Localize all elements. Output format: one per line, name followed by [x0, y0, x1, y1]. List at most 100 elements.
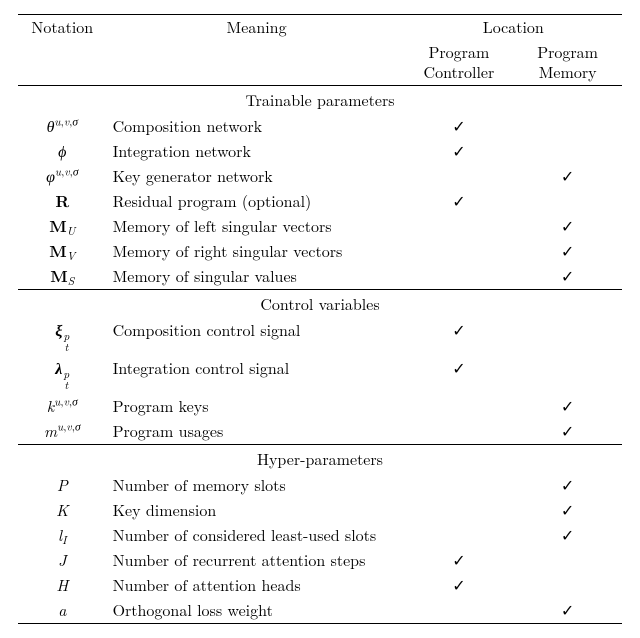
notation-cell: φu,v,σ	[18, 164, 107, 189]
col-header-memory: Program Memory	[513, 40, 622, 86]
controller-cell	[405, 214, 514, 239]
col-header-notation: Notation	[18, 15, 107, 86]
notation-cell: P	[18, 473, 107, 498]
meaning-cell: Number of attention heads	[107, 573, 405, 598]
table-row: lI Number of considered least-used slots…	[18, 523, 622, 548]
check-icon: ✓	[561, 164, 574, 187]
table-row: K Key dimension ✓	[18, 498, 622, 523]
controller-cell	[405, 239, 514, 264]
check-icon: ✓	[561, 598, 574, 621]
check-icon: ✓	[561, 419, 574, 442]
controller-cell	[405, 523, 514, 548]
meaning-cell: Integration network	[107, 139, 405, 164]
section-header-trainable: Trainable parameters	[18, 86, 622, 115]
check-icon: ✓	[561, 239, 574, 262]
table-row: MU Memory of left singular vectors ✓	[18, 214, 622, 239]
controller-cell	[405, 598, 514, 624]
meaning-cell: Number of considered least-used slots	[107, 523, 405, 548]
meaning-cell: Residual program (optional)	[107, 189, 405, 214]
memory-cell: ✓	[513, 419, 622, 445]
memory-cell	[513, 548, 622, 573]
col-header-meaning: Meaning	[107, 15, 405, 86]
meaning-cell: Key generator network	[107, 164, 405, 189]
section-header-hyper: Hyper-parameters	[18, 444, 622, 473]
controller-cell	[405, 473, 514, 498]
notation-cell: MV	[18, 239, 107, 264]
meaning-cell: Memory of singular values	[107, 264, 405, 290]
table-header-row: Notation Meaning Location	[18, 15, 622, 41]
meaning-cell: Composition network	[107, 114, 405, 139]
check-icon: ✓	[452, 139, 465, 162]
memory-cell	[513, 114, 622, 139]
col-header-location: Location	[405, 15, 622, 41]
controller-cell: ✓	[405, 318, 514, 356]
memory-cell: ✓	[513, 239, 622, 264]
table-row: ϕ Integration network ✓	[18, 139, 622, 164]
check-icon: ✓	[452, 573, 465, 596]
table-row: mu,v,σ Program usages ✓	[18, 419, 622, 445]
memory-cell: ✓	[513, 473, 622, 498]
controller-cell	[405, 264, 514, 290]
controller-cell	[405, 498, 514, 523]
notation-table: Notation Meaning Location Program Contro…	[18, 14, 622, 624]
table-row: ξpt Composition control signal ✓	[18, 318, 622, 356]
controller-cell: ✓	[405, 548, 514, 573]
check-icon: ✓	[452, 356, 465, 379]
table-row: λpt Integration control signal ✓	[18, 356, 622, 394]
table-row: R Residual program (optional) ✓	[18, 189, 622, 214]
notation-cell: ϕ	[18, 139, 107, 164]
notation-cell: a	[18, 598, 107, 624]
table-row: MS Memory of singular values ✓	[18, 264, 622, 290]
meaning-cell: Memory of left singular vectors	[107, 214, 405, 239]
check-icon: ✓	[561, 498, 574, 521]
notation-cell: λpt	[18, 356, 107, 394]
meaning-cell: Number of recurrent attention steps	[107, 548, 405, 573]
meaning-cell: Program keys	[107, 394, 405, 419]
controller-cell: ✓	[405, 189, 514, 214]
meaning-cell: Orthogonal loss weight	[107, 598, 405, 624]
notation-cell: K	[18, 498, 107, 523]
controller-cell	[405, 394, 514, 419]
controller-cell: ✓	[405, 139, 514, 164]
memory-cell: ✓	[513, 523, 622, 548]
memory-cell	[513, 318, 622, 356]
meaning-cell: Number of memory slots	[107, 473, 405, 498]
table-row: φu,v,σ Key generator network ✓	[18, 164, 622, 189]
memory-cell: ✓	[513, 264, 622, 290]
memory-cell: ✓	[513, 498, 622, 523]
controller-cell: ✓	[405, 356, 514, 394]
section-header-control: Control variables	[18, 290, 622, 319]
controller-cell	[405, 164, 514, 189]
table-row: a Orthogonal loss weight ✓	[18, 598, 622, 624]
memory-cell	[513, 356, 622, 394]
memory-cell: ✓	[513, 598, 622, 624]
check-icon: ✓	[561, 214, 574, 237]
notation-cell: θu,v,σ	[18, 114, 107, 139]
meaning-cell: Program usages	[107, 419, 405, 445]
notation-cell: ξpt	[18, 318, 107, 356]
table-row: H Number of attention heads ✓	[18, 573, 622, 598]
memory-cell: ✓	[513, 214, 622, 239]
check-icon: ✓	[561, 473, 574, 496]
table-row: P Number of memory slots ✓	[18, 473, 622, 498]
table-row: MV Memory of right singular vectors ✓	[18, 239, 622, 264]
notation-cell: ku,v,σ	[18, 394, 107, 419]
notation-cell: H	[18, 573, 107, 598]
notation-cell: MU	[18, 214, 107, 239]
memory-cell	[513, 573, 622, 598]
meaning-cell: Key dimension	[107, 498, 405, 523]
memory-cell	[513, 139, 622, 164]
controller-cell: ✓	[405, 114, 514, 139]
notation-cell: lI	[18, 523, 107, 548]
table-row: J Number of recurrent attention steps ✓	[18, 548, 622, 573]
memory-cell	[513, 189, 622, 214]
table-row: ku,v,σ Program keys ✓	[18, 394, 622, 419]
col-header-controller: Program Controller	[405, 40, 514, 86]
table-row: θu,v,σ Composition network ✓	[18, 114, 622, 139]
check-icon: ✓	[452, 318, 465, 341]
meaning-cell: Integration control signal	[107, 356, 405, 394]
check-icon: ✓	[452, 114, 465, 137]
notation-cell: MS	[18, 264, 107, 290]
check-icon: ✓	[452, 189, 465, 212]
memory-cell: ✓	[513, 164, 622, 189]
